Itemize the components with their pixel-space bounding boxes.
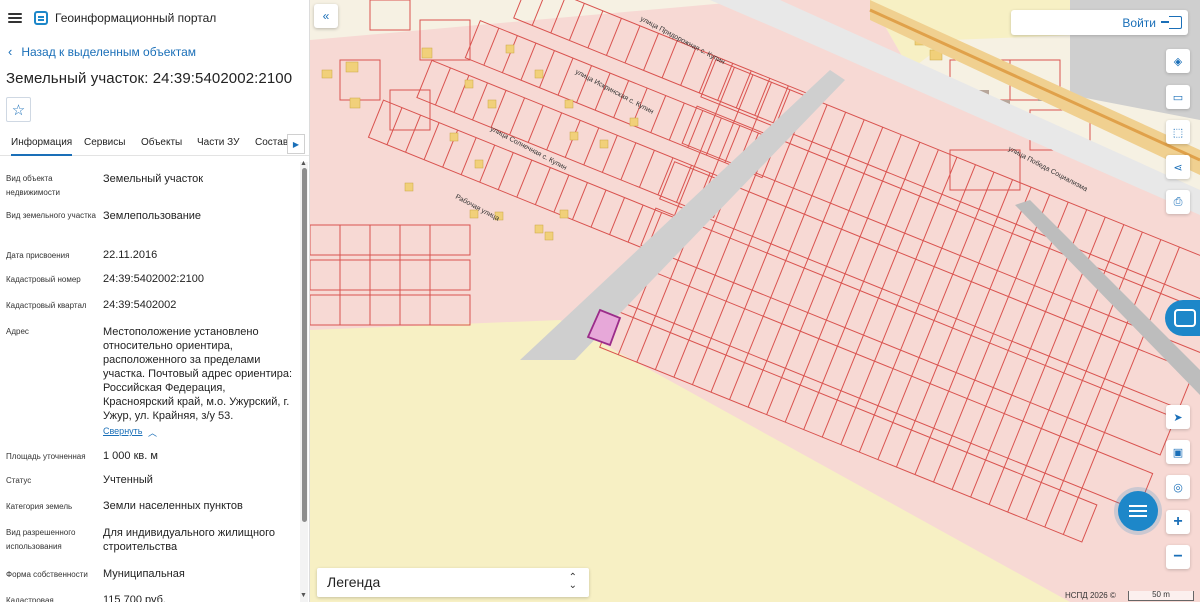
field-value: Учтенный <box>103 474 153 486</box>
print-icon: ⎙ <box>1173 195 1183 208</box>
field-value: Муниципальная <box>103 568 185 580</box>
minus-icon: − <box>1173 548 1183 565</box>
star-icon: ☆ <box>11 101 26 119</box>
field-value: Для индивидуального жилищного строительс… <box>103 527 276 553</box>
minimap-icon: ▣ <box>1172 446 1184 459</box>
field-label: Адрес <box>6 327 29 336</box>
field-label: Вид объекта недвижимости <box>6 174 60 197</box>
geolocation-button[interactable]: ◎ <box>1166 475 1190 499</box>
feedback-button[interactable] <box>1165 300 1200 336</box>
back-to-selection-link[interactable]: ‹ Назад к выделенным объектам <box>8 44 196 59</box>
scrollbar-thumb[interactable] <box>302 168 307 522</box>
field-label: Кадастровая <box>6 596 54 602</box>
legend-label: Легенда <box>327 574 381 590</box>
feedback-icon <box>1174 309 1196 327</box>
scroll-down-icon[interactable]: ▼ <box>300 592 307 599</box>
map-canvas[interactable]: улица Придорожная с. Купин улица Искринс… <box>310 0 1200 602</box>
tab-information[interactable]: Информация <box>11 137 73 156</box>
ruler-button[interactable]: ▭ <box>1166 85 1190 109</box>
portal-logo-icon <box>34 11 48 25</box>
collapse-panel-button[interactable]: « <box>314 4 338 28</box>
caret-right-icon: ▶ <box>292 139 300 149</box>
field-label: Форма собственности <box>6 570 88 579</box>
tab-composition[interactable]: Состав <box>255 137 288 148</box>
ruler-icon: ▭ <box>1172 91 1184 104</box>
field-value: 1 000 кв. м <box>103 450 158 462</box>
field-value: Земельный участок <box>103 173 204 185</box>
field-value: Земли населенных пунктов <box>103 500 243 512</box>
field-label: Кадастровый квартал <box>6 301 87 310</box>
app-header: Геоинформационный портал <box>0 0 309 36</box>
chat-icon <box>1129 505 1147 517</box>
collapse-address-link[interactable]: Свернуть <box>103 426 142 436</box>
double-chevron-left-icon: « <box>322 9 330 23</box>
updown-chevron-icon: ⌃ ⌄ <box>568 572 577 591</box>
login-icon <box>1161 16 1182 29</box>
plus-icon: + <box>1173 513 1183 530</box>
zoom-out-button[interactable]: − <box>1166 545 1190 569</box>
field-label: Статус <box>6 476 32 485</box>
login-label: Войти <box>1122 15 1156 30</box>
legend-dropdown[interactable]: Легенда ⌃ ⌄ <box>317 568 589 597</box>
page-title: Земельный участок: 24:39:5402002:2100 <box>6 70 293 87</box>
app-title: Геоинформационный портал <box>55 11 217 25</box>
menu-icon[interactable] <box>8 13 22 23</box>
location-pin-icon: ◎ <box>1173 481 1183 494</box>
copyright: НСПД 2026 © <box>1065 591 1116 600</box>
field-label: Кадастровый номер <box>6 275 81 284</box>
field-value-address: Местоположение установлено относительно … <box>103 326 293 422</box>
tab-parts[interactable]: Части ЗУ <box>197 137 239 148</box>
tab-services[interactable]: Сервисы <box>84 137 125 148</box>
tab-bar: Информация Сервисы Объекты Части ЗУ Сост… <box>0 130 309 156</box>
tab-objects[interactable]: Объекты <box>141 137 182 148</box>
tabs-scroll-right-button[interactable]: ▶ <box>287 134 305 154</box>
map-view[interactable]: улица Придорожная с. Купин улица Искринс… <box>310 0 1200 602</box>
field-value: 22.11.2016 <box>103 249 158 261</box>
minimap-button[interactable]: ▣ <box>1166 440 1190 464</box>
field-value: 24:39:5402002:2100 <box>103 273 204 285</box>
info-panel: Геоинформационный портал ‹ Назад к выдел… <box>0 0 310 602</box>
field-label: Вид земельного участка <box>6 211 96 220</box>
select-area-button[interactable]: ⬚ <box>1166 120 1190 144</box>
navigation-arrow-icon: ➤ <box>1173 411 1183 424</box>
field-label: Площадь уточненная <box>6 452 86 461</box>
share-icon: ⋖ <box>1173 161 1183 174</box>
field-value: Землепользование <box>103 210 202 222</box>
share-button[interactable]: ⋖ <box>1166 155 1190 179</box>
field-label: Категория земель <box>6 502 73 511</box>
chevron-up-icon[interactable]: ︿ <box>148 426 157 439</box>
back-label: Назад к выделенным объектам <box>21 44 197 59</box>
favorite-star-button[interactable]: ☆ <box>6 97 31 122</box>
locate-button[interactable]: ➤ <box>1166 405 1190 429</box>
login-button[interactable]: Войти <box>1011 10 1188 35</box>
layers-button[interactable]: ◈ <box>1166 49 1190 73</box>
layers-icon: ◈ <box>1173 55 1183 68</box>
chat-button[interactable] <box>1118 491 1158 531</box>
zoom-in-button[interactable]: + <box>1166 510 1190 534</box>
field-label: Дата присвоения <box>6 251 70 260</box>
select-area-icon: ⬚ <box>1172 126 1184 139</box>
scroll-up-icon[interactable]: ▲ <box>300 160 307 167</box>
field-value: 115 700 руб. <box>103 594 166 602</box>
field-label: Вид разрешенного использования <box>6 528 76 551</box>
scale-bar: 50 m <box>1128 591 1194 601</box>
print-button[interactable]: ⎙ <box>1166 190 1190 214</box>
chevron-left-icon: ‹ <box>8 44 13 59</box>
field-value: 24:39:5402002 <box>103 299 177 311</box>
